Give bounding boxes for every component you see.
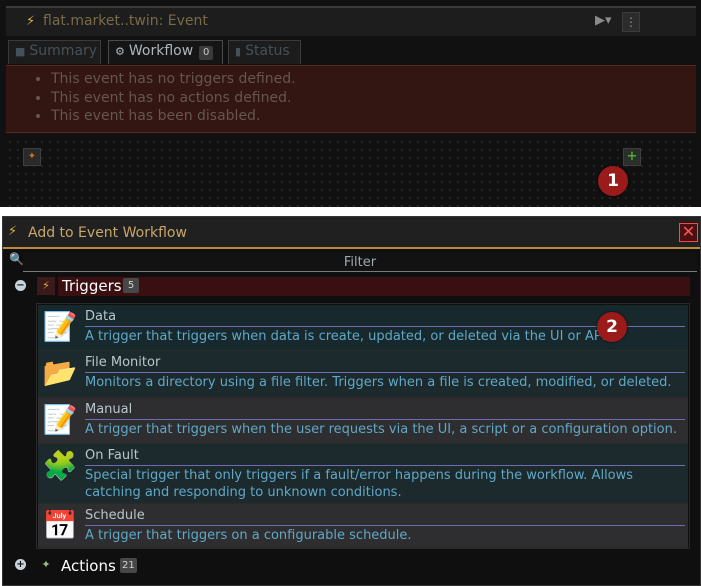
tab-workflow-badge: 0 xyxy=(199,46,214,60)
triggers-group-label: Triggers xyxy=(62,277,122,295)
trigger-item-schedule[interactable]: 📅 Schedule A trigger that triggers on a … xyxy=(38,504,688,548)
fault-icon: 🧩 xyxy=(42,449,78,482)
trigger-name: Data xyxy=(85,309,117,324)
collapse-icon[interactable]: − xyxy=(15,280,26,291)
actions-group-label: Actions xyxy=(61,557,116,575)
trigger-description: A trigger that triggers when data is cre… xyxy=(85,329,617,344)
tab-summary[interactable]: ■ Summary xyxy=(8,40,101,64)
lightning-icon: ⚡ xyxy=(37,277,55,295)
warning-item: This event has been disabled. xyxy=(51,107,696,126)
trigger-description: Monitors a directory using a file filter… xyxy=(85,375,672,390)
tab-status-label: Status xyxy=(245,43,290,59)
dialog-titlebar: ⚡ Add to Event Workflow ✕ xyxy=(3,217,700,249)
divider xyxy=(85,525,685,526)
tab-workflow-label: Workflow xyxy=(128,43,194,59)
trigger-name: Schedule xyxy=(85,508,145,523)
divider xyxy=(85,465,685,466)
status-icon: ▮ xyxy=(235,45,242,58)
add-node-button[interactable]: + xyxy=(623,148,641,166)
warning-item: This event has no triggers defined. xyxy=(51,70,696,89)
callout-marker-2: 2 xyxy=(597,312,627,342)
trigger-name: Manual xyxy=(85,402,133,417)
trigger-item-manual[interactable]: 📝 Manual A trigger that triggers when th… xyxy=(38,398,688,444)
warning-list: This event has no triggers defined. This… xyxy=(6,65,696,133)
add-to-workflow-dialog: ⚡ Add to Event Workflow ✕ 🔍 − ⚡ Triggers… xyxy=(2,216,701,586)
triggers-count-badge: 5 xyxy=(123,278,139,293)
magic-wand-icon: ✦ xyxy=(41,558,51,571)
trigger-name: File Monitor xyxy=(85,355,161,370)
tab-summary-label: Summary xyxy=(29,43,98,59)
divider xyxy=(85,372,685,373)
event-title: flat.market..twin: Event xyxy=(43,13,208,29)
close-button[interactable]: ✕ xyxy=(679,223,698,242)
event-panel: ⚡ flat.market..twin: Event ▶▾ ⋮ ■ Summary… xyxy=(0,0,701,207)
workflow-icon: ⚙ xyxy=(115,45,125,58)
trigger-item-data[interactable]: 📝 Data A trigger that triggers when data… xyxy=(38,305,688,351)
tab-status[interactable]: ▮ Status xyxy=(228,40,301,64)
actions-group-header[interactable]: + ✦ Actions 21 xyxy=(15,556,690,576)
manual-trigger-icon: 📝 xyxy=(42,403,78,436)
trigger-description: Special trigger that only triggers if a … xyxy=(85,468,634,500)
search-icon: 🔍 xyxy=(9,252,24,266)
group-header-bar xyxy=(58,277,690,296)
trigger-description: A trigger that triggers when the user re… xyxy=(85,422,677,437)
divider xyxy=(85,326,685,327)
more-menu-button[interactable]: ⋮ xyxy=(622,12,640,32)
tab-workflow[interactable]: ⚙ Workflow 0 xyxy=(108,40,223,64)
document-icon: ■ xyxy=(15,45,26,58)
expand-icon[interactable]: + xyxy=(15,559,26,570)
divider xyxy=(85,419,685,420)
event-titlebar: ⚡ flat.market..twin: Event ▶▾ ⋮ xyxy=(6,6,696,36)
trigger-list: 📝 Data A trigger that triggers when data… xyxy=(36,303,690,549)
dialog-title: Add to Event Workflow xyxy=(28,225,187,241)
start-node-icon[interactable]: ✦ xyxy=(23,148,41,166)
actions-count-badge: 21 xyxy=(120,558,137,573)
warning-item: This event has no actions defined. xyxy=(51,89,696,108)
trigger-description: A trigger that triggers on a configurabl… xyxy=(85,528,412,543)
callout-marker-1: 1 xyxy=(598,166,628,196)
run-dropdown-icon[interactable]: ▶▾ xyxy=(595,13,612,28)
filter-input[interactable] xyxy=(23,253,697,272)
folder-icon: 📂 xyxy=(42,356,78,389)
data-trigger-icon: 📝 xyxy=(42,310,78,343)
lightning-icon: ⚡ xyxy=(8,224,18,239)
trigger-item-file-monitor[interactable]: 📂 File Monitor Monitors a directory usin… xyxy=(38,351,688,398)
workflow-canvas[interactable]: ✦ + xyxy=(6,138,696,207)
triggers-group-header[interactable]: − ⚡ Triggers 5 xyxy=(15,277,690,297)
schedule-icon: 📅 xyxy=(42,509,78,542)
trigger-name: On Fault xyxy=(85,448,139,463)
lightning-icon: ⚡ xyxy=(26,14,36,29)
trigger-item-on-fault[interactable]: 🧩 On Fault Special trigger that only tri… xyxy=(38,444,688,504)
